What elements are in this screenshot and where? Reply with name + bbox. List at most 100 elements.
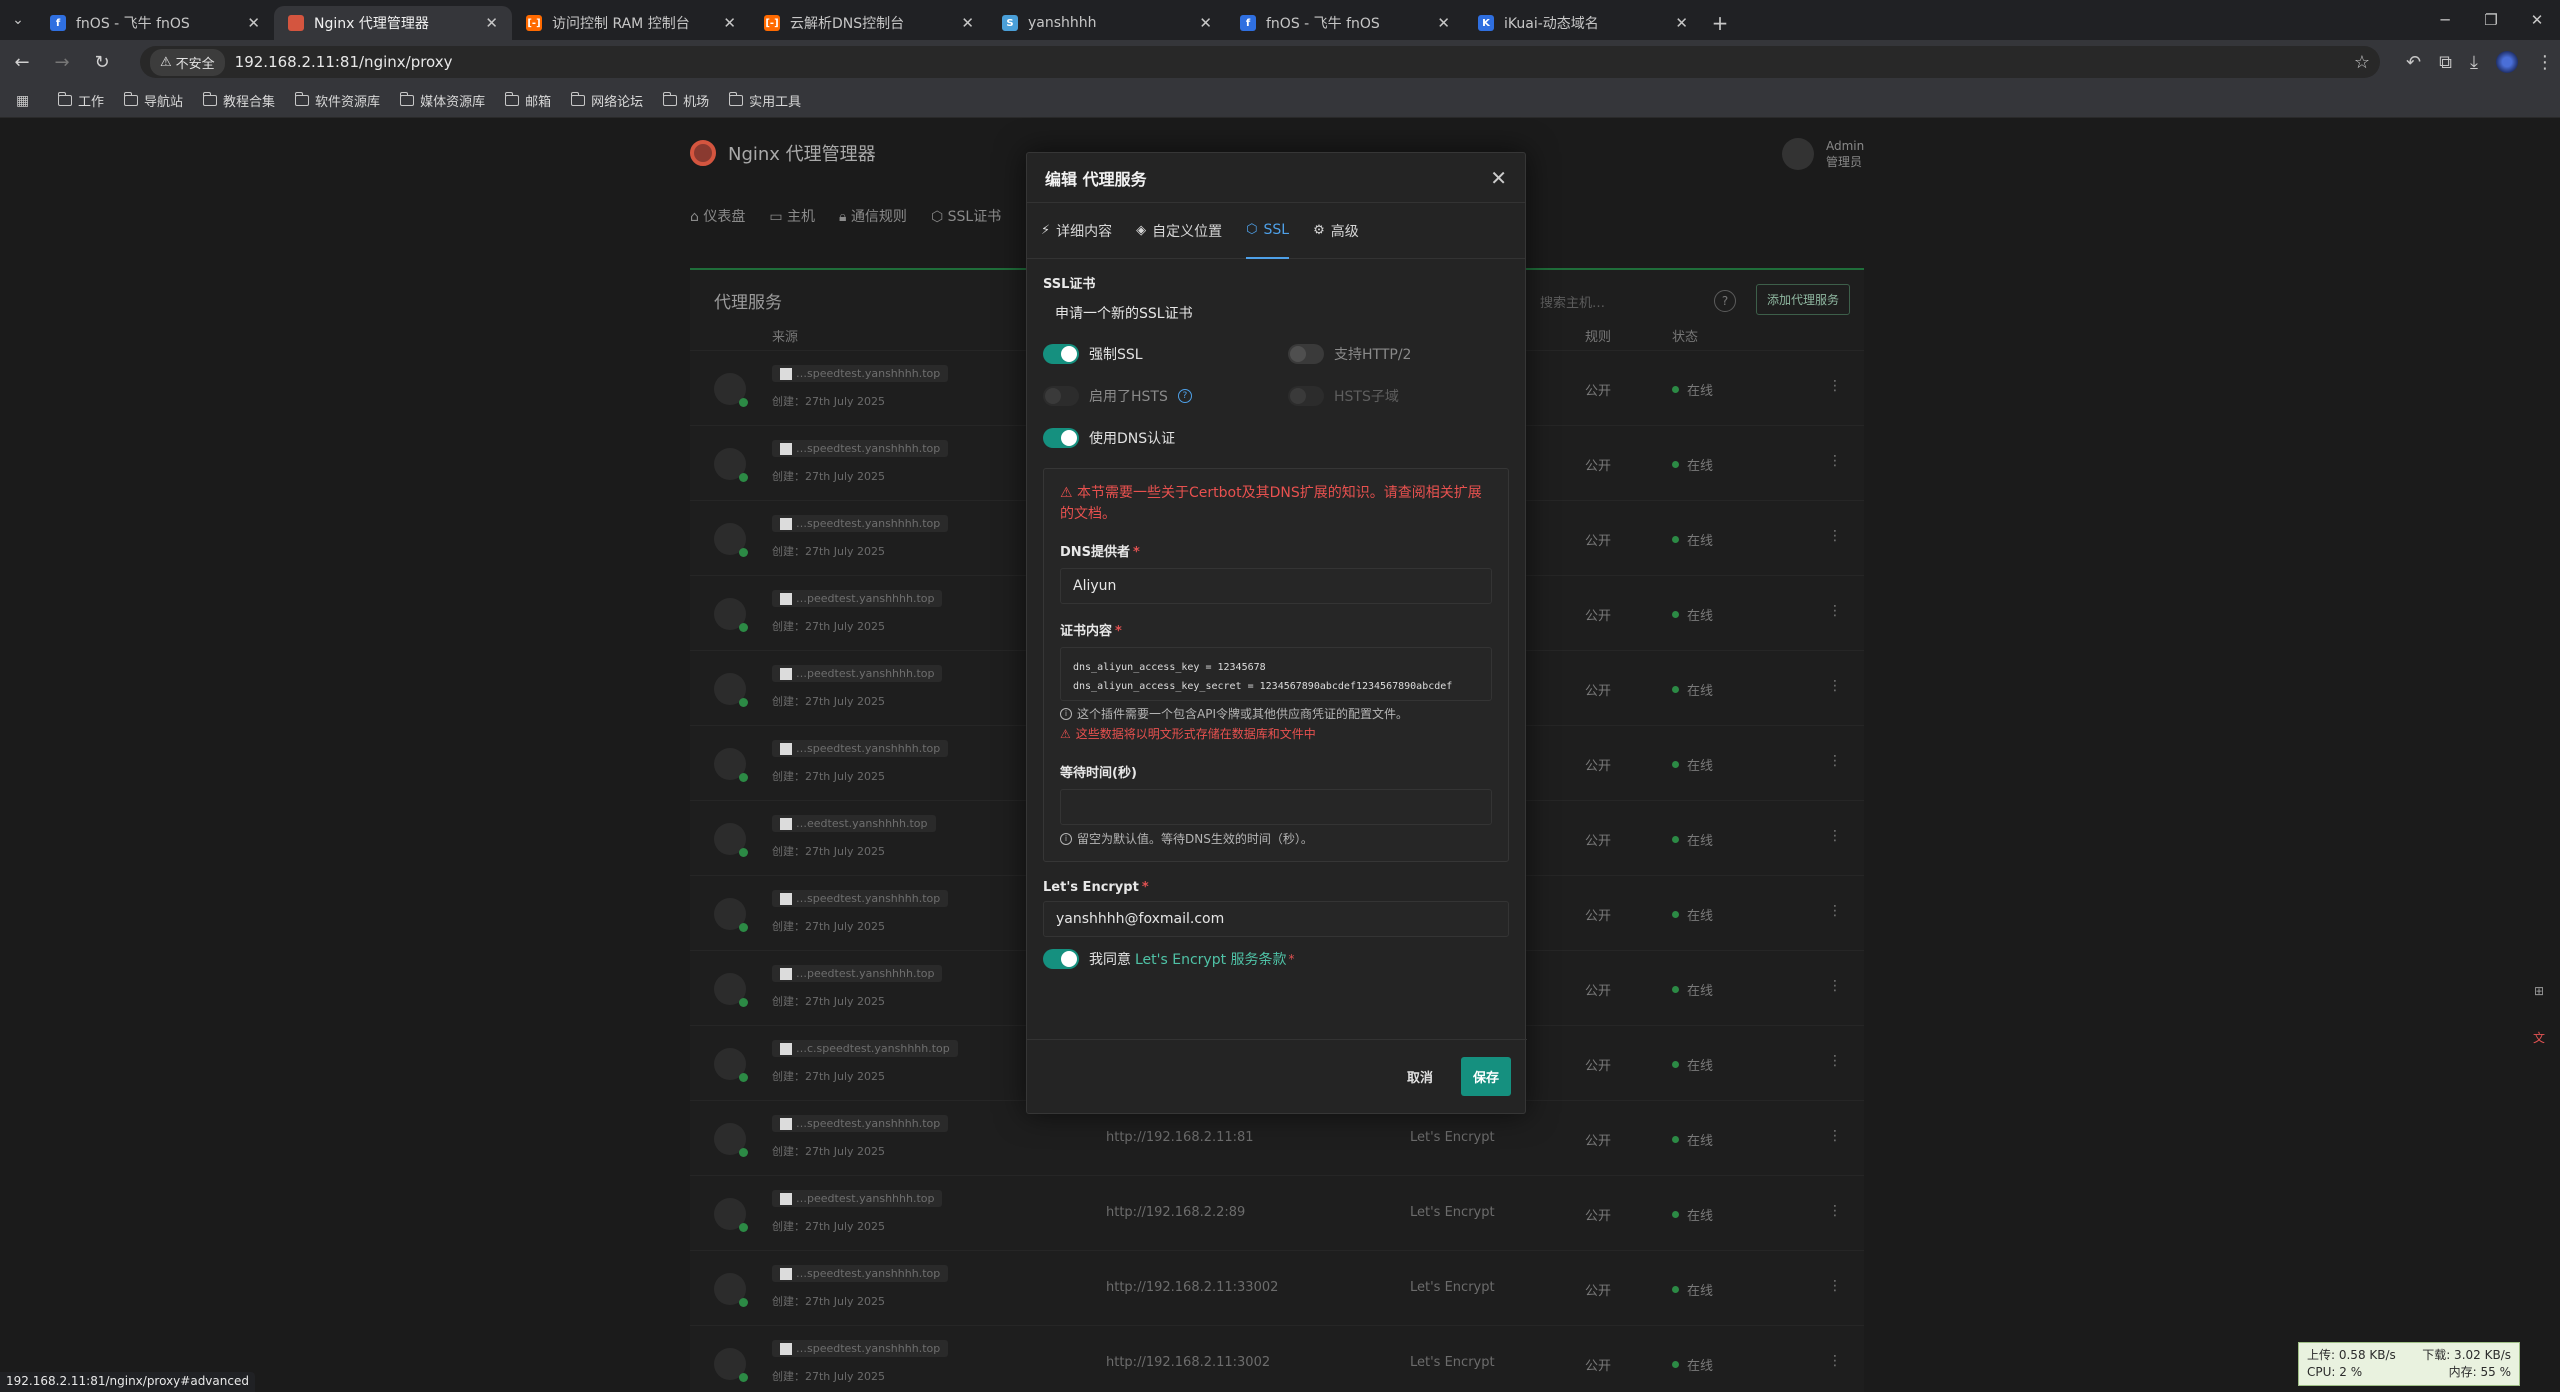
minimize-icon[interactable]: ─ <box>2422 0 2468 40</box>
nav-ssl[interactable]: ⬡ SSL证书 <box>931 206 1001 226</box>
tab-close-icon[interactable]: ✕ <box>247 14 260 32</box>
avatar[interactable] <box>1782 138 1814 170</box>
insecure-badge[interactable]: ⚠ 不安全 <box>150 48 225 76</box>
menu-icon[interactable]: ⋮ <box>2536 52 2554 73</box>
host-badge[interactable]: …peedtest.yanshhhh.top <box>772 1190 943 1207</box>
hsts-subdomains-toggle[interactable] <box>1288 386 1324 406</box>
http2-toggle-row[interactable]: 支持HTTP/2 <box>1288 344 1411 364</box>
tab-close-icon[interactable]: ✕ <box>961 14 974 32</box>
new-tab-button[interactable]: + <box>1702 6 1738 40</box>
bookmark-folder[interactable]: 工作 <box>57 91 104 110</box>
restore-icon[interactable]: ❐ <box>2468 0 2514 40</box>
forward-icon[interactable]: → <box>44 44 80 80</box>
more-options-icon[interactable]: ⋮ <box>1828 453 1842 469</box>
tab-close-icon[interactable]: ✕ <box>723 14 736 32</box>
host-badge[interactable]: …speedtest.yanshhhh.top <box>772 365 949 382</box>
tab-search-icon[interactable]: ⌄ <box>0 0 36 40</box>
host-badge[interactable]: …peedtest.yanshhhh.top <box>772 590 943 607</box>
tab-close-icon[interactable]: ✕ <box>485 14 498 32</box>
host-badge[interactable]: …speedtest.yanshhhh.top <box>772 515 949 532</box>
dns-challenge-toggle-row[interactable]: 使用DNS认证 <box>1043 428 1509 448</box>
tab-close-icon[interactable]: ✕ <box>1437 14 1450 32</box>
admin-user[interactable]: Admin 管理员 <box>1782 138 1864 170</box>
le-terms-link[interactable]: Let's Encrypt 服务条款 <box>1135 949 1287 969</box>
bookmark-folder[interactable]: 实用工具 <box>728 91 801 110</box>
bookmark-folder[interactable]: 邮箱 <box>504 91 551 110</box>
bookmark-star-icon[interactable]: ☆ <box>2354 52 2370 73</box>
bookmark-folder[interactable]: 软件资源库 <box>294 91 380 110</box>
hsts-subdomains-toggle-row[interactable]: HSTS子域 <box>1288 386 1399 406</box>
nav-dashboard[interactable]: ⌂ 仪表盘 <box>690 206 745 226</box>
host-badge[interactable]: …eedtest.yanshhhh.top <box>772 815 936 832</box>
tab-close-icon[interactable]: ✕ <box>1199 14 1212 32</box>
more-options-icon[interactable]: ⋮ <box>1828 1053 1842 1069</box>
more-options-icon[interactable]: ⋮ <box>1828 528 1842 544</box>
more-options-icon[interactable]: ⋮ <box>1828 828 1842 844</box>
extensions-icon[interactable]: ⧉ <box>2439 52 2452 73</box>
more-options-icon[interactable]: ⋮ <box>1828 978 1842 994</box>
host-badge[interactable]: …speedtest.yanshhhh.top <box>772 890 949 907</box>
more-options-icon[interactable]: ⋮ <box>1828 1203 1842 1219</box>
browser-tab[interactable]: Nginx 代理管理器 ✕ <box>274 6 512 40</box>
profile-avatar[interactable] <box>2495 51 2518 73</box>
wait-seconds-input[interactable] <box>1060 789 1492 825</box>
side-translate-icon[interactable]: 文 <box>2528 1026 2550 1048</box>
nav-hosts[interactable]: ▭ 主机 <box>769 206 815 226</box>
bookmark-folder[interactable]: 教程合集 <box>202 91 275 110</box>
table-row[interactable]: …peedtest.yanshhhh.top 创建：27th July 2025 h… <box>690 1175 1864 1250</box>
close-icon[interactable]: ✕ <box>1490 166 1507 190</box>
add-proxy-button[interactable]: 添加代理服务 <box>1756 284 1851 315</box>
ssl-cert-select[interactable]: 申请一个新的SSL证书 <box>1043 296 1509 330</box>
agree-toggle-row[interactable]: 我同意 Let's Encrypt 服务条款 * <box>1043 949 1509 969</box>
bookmark-folder[interactable]: 媒体资源库 <box>399 91 485 110</box>
host-badge[interactable]: …peedtest.yanshhhh.top <box>772 665 943 682</box>
more-options-icon[interactable]: ⋮ <box>1828 903 1842 919</box>
back-icon[interactable]: ← <box>4 44 40 80</box>
credentials-textarea[interactable]: dns_aliyun_access_key = 12345678 dns_ali… <box>1060 647 1492 701</box>
host-badge[interactable]: …speedtest.yanshhhh.top <box>772 440 949 457</box>
host-badge[interactable]: …speedtest.yanshhhh.top <box>772 1265 949 1282</box>
hsts-toggle[interactable] <box>1043 386 1079 406</box>
bookmark-folder[interactable]: 导航站 <box>123 91 183 110</box>
nav-access[interactable]: 🔒︎ 通信规则 <box>839 206 907 226</box>
force-ssl-toggle[interactable] <box>1043 344 1079 364</box>
table-row[interactable]: …speedtest.yanshhhh.top 创建：27th July 2025… <box>690 1325 1864 1392</box>
cancel-button[interactable]: 取消 <box>1395 1057 1445 1096</box>
reload-icon[interactable]: ↻ <box>84 44 120 80</box>
host-badge[interactable]: …speedtest.yanshhhh.top <box>772 1115 949 1132</box>
close-window-icon[interactable]: ✕ <box>2514 0 2560 40</box>
more-options-icon[interactable]: ⋮ <box>1828 1278 1842 1294</box>
search-input[interactable]: 搜索主机… <box>1540 292 1605 311</box>
download-icon[interactable]: ⤓ <box>2470 52 2478 73</box>
more-options-icon[interactable]: ⋮ <box>1828 678 1842 694</box>
help-icon[interactable]: ? <box>1714 290 1736 312</box>
side-scan-icon[interactable]: ⊞ <box>2528 980 2550 1002</box>
bookmark-folder[interactable]: 机场 <box>662 91 709 110</box>
browser-tab[interactable]: Syanshhhh ✕ <box>988 6 1226 40</box>
bookmark-folder[interactable]: 网络论坛 <box>570 91 643 110</box>
more-options-icon[interactable]: ⋮ <box>1828 378 1842 394</box>
dns-provider-select[interactable]: Aliyun <box>1060 568 1492 604</box>
url-text[interactable]: 192.168.2.11:81/nginx/proxy <box>235 53 2354 71</box>
le-email-input[interactable]: yanshhhh@foxmail.com <box>1043 901 1509 937</box>
share-icon[interactable]: ↶ <box>2406 52 2421 73</box>
host-badge[interactable]: …speedtest.yanshhhh.top <box>772 740 949 757</box>
host-badge[interactable]: …speedtest.yanshhhh.top <box>772 1340 949 1357</box>
tab-custom-locations[interactable]: ◈ 自定义位置 <box>1136 203 1222 259</box>
more-options-icon[interactable]: ⋮ <box>1828 753 1842 769</box>
save-button[interactable]: 保存 <box>1460 1057 1511 1096</box>
tab-details[interactable]: ⚡ 详细内容 <box>1041 203 1112 259</box>
table-row[interactable]: …speedtest.yanshhhh.top 创建：27th July 2025… <box>690 1250 1864 1325</box>
agree-toggle[interactable] <box>1043 949 1079 969</box>
help-icon[interactable]: ? <box>1177 389 1192 403</box>
more-options-icon[interactable]: ⋮ <box>1828 1128 1842 1144</box>
more-options-icon[interactable]: ⋮ <box>1828 603 1842 619</box>
browser-tab[interactable]: KiKuai-动态域名 ✕ <box>1464 6 1702 40</box>
browser-tab[interactable]: [-] 访问控制 RAM 控制台 ✕ <box>512 6 750 40</box>
hsts-toggle-row[interactable]: 启用了HSTS ? <box>1043 386 1288 406</box>
tab-advanced[interactable]: ⚙ 高级 <box>1313 203 1359 259</box>
dns-challenge-toggle[interactable] <box>1043 428 1079 448</box>
browser-tab[interactable]: f fnOS - 飞牛 fnOS ✕ <box>36 6 274 40</box>
browser-tab[interactable]: f fnOS - 飞牛 fnOS ✕ <box>1226 6 1464 40</box>
host-badge[interactable]: …peedtest.yanshhhh.top <box>772 965 943 982</box>
